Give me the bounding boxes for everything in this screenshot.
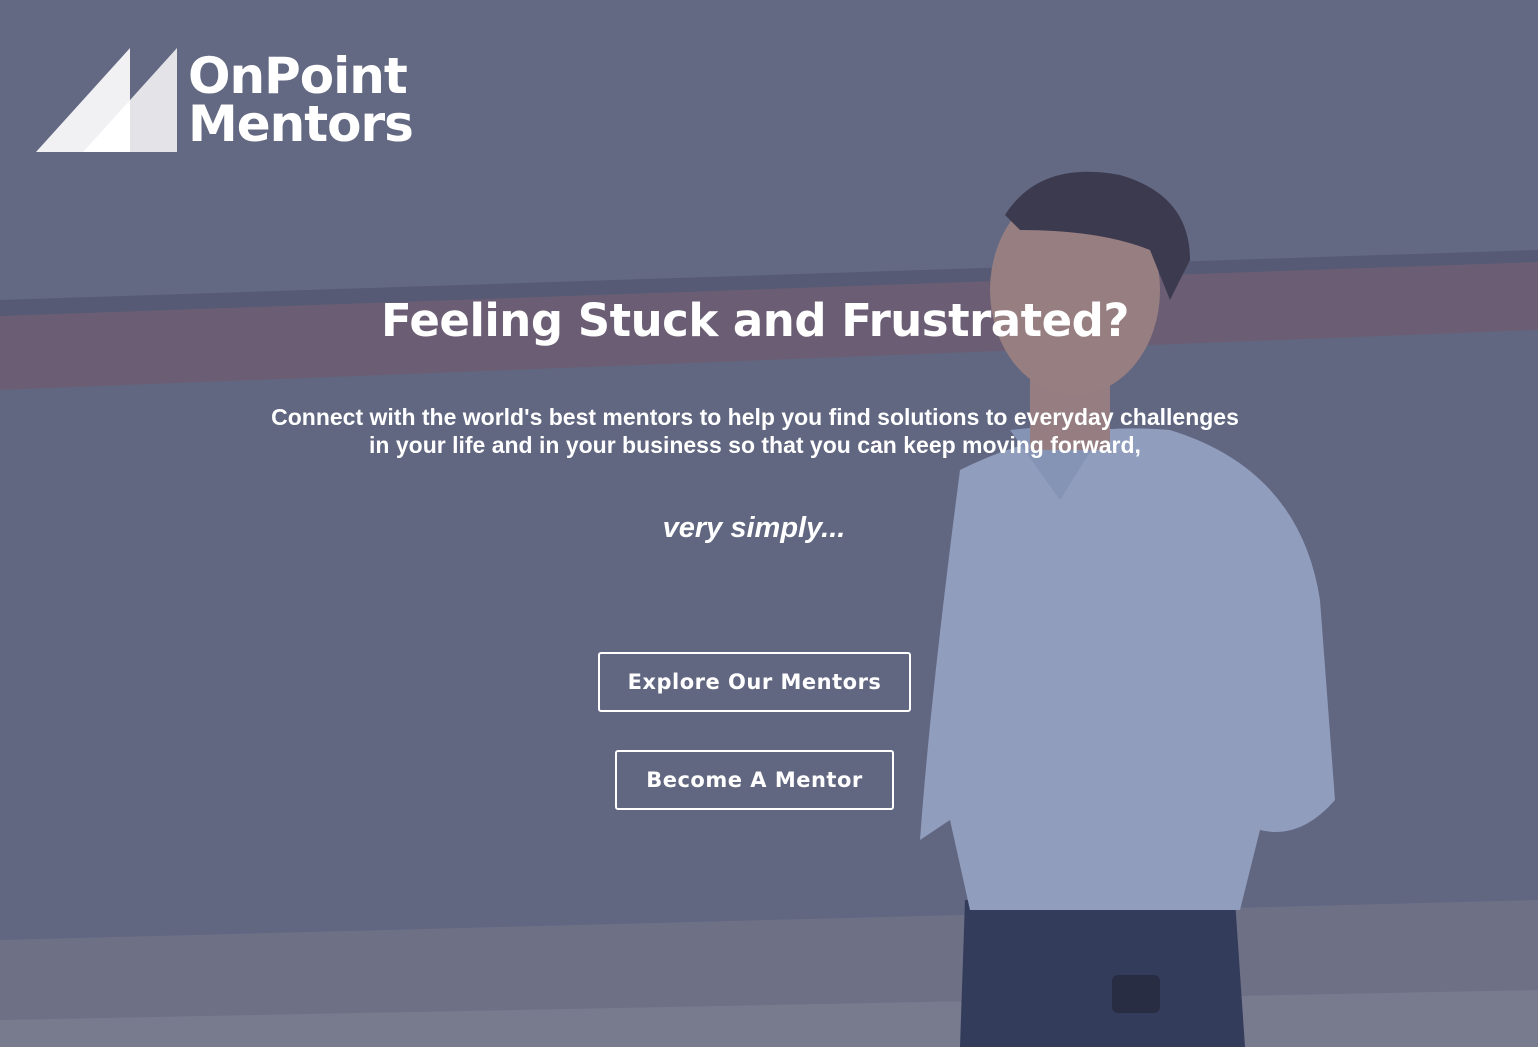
logo-wordmark: OnPoint Mentors	[188, 47, 414, 153]
become-mentor-button[interactable]: Become A Mentor	[615, 750, 894, 810]
logo-line-2: Mentors	[188, 95, 414, 153]
hero-subtext: Connect with the world's best mentors to…	[271, 404, 1239, 458]
hero-headline: Feeling Stuck and Frustrated?	[380, 294, 1130, 347]
explore-mentors-button[interactable]: Explore Our Mentors	[598, 652, 911, 712]
hero-tagline: very simply...	[662, 512, 846, 544]
triangle-sail-logo-icon	[36, 48, 177, 152]
hero-section: OnPoint Mentors Feeling Stuck and Frustr…	[0, 0, 1538, 1047]
onpoint-mentors-logo[interactable]: OnPoint Mentors	[36, 48, 426, 158]
logo-line-1: OnPoint	[188, 47, 408, 105]
